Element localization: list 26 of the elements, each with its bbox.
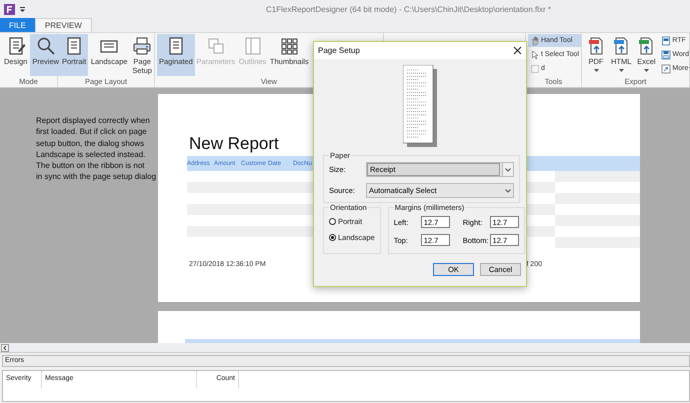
caret-icon — [594, 68, 598, 72]
caret-icon — [644, 68, 649, 72]
caret-icon — [505, 188, 511, 192]
layers-icon — [206, 36, 226, 56]
window-title: C1FlexReportDesigner (64 bit mode) - C:\Users\ChinJit\Desktop\orientation.flxr * — [266, 4, 551, 14]
hand-icon — [530, 36, 540, 46]
app-icon — [4, 4, 15, 14]
scroll-left-icon[interactable] — [1, 344, 9, 352]
quick-access-icon[interactable] — [19, 6, 26, 12]
search-icon — [36, 36, 56, 56]
selection-icon — [530, 64, 540, 74]
printer-icon — [132, 36, 152, 56]
file-tab[interactable]: FILE — [0, 18, 35, 32]
cursor-icon — [530, 50, 540, 60]
caret-icon — [505, 168, 511, 172]
thumbnails-icon — [279, 36, 300, 56]
close-icon[interactable] — [513, 46, 522, 55]
caret-icon — [618, 68, 624, 72]
annotation-text: Report displayed correctly when first loaded. But if click on page setup button, the dialog shows Landscape is selected instead. The button on the ribbon is not in sync with the page setup dialog — [36, 115, 156, 183]
outline-panel-icon — [242, 36, 263, 56]
word-icon — [661, 50, 672, 60]
ribbon-tab[interactable]: PREVIEW — [34, 18, 92, 32]
rtf-icon — [661, 36, 672, 46]
dialog-title: Page Setup — [318, 46, 360, 55]
export-icon — [661, 64, 672, 74]
report-title: New Report — [189, 134, 280, 154]
